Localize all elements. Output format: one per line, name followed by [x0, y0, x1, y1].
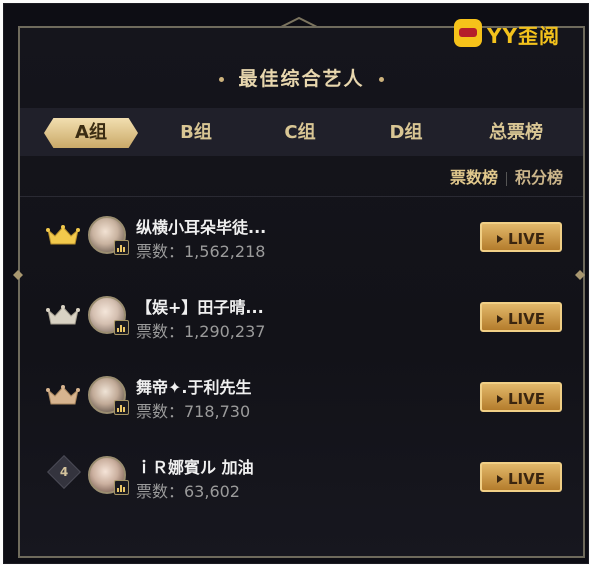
tab-group-b[interactable]: B组 — [148, 118, 244, 148]
vote-count: 票数：63,602 — [136, 482, 240, 501]
ranking-row[interactable]: 纵横小耳朵毕徒... 票数：1,562,218 LIVE — [20, 206, 583, 266]
artist-ranking-panel: 最佳综合艺人 A组 B组 C组 D组 总票榜 票数榜 积分榜 纵横小耳朵毕徒...… — [18, 26, 585, 558]
live-label: LIVE — [508, 310, 545, 328]
play-icon — [497, 395, 503, 403]
sort-by-points[interactable]: 积分榜 — [515, 168, 563, 187]
ranking-row[interactable]: 【娱+】田子晴... 票数：1,290,237 LIVE — [20, 286, 583, 346]
title-dot-right — [378, 77, 384, 82]
live-label: LIVE — [508, 470, 545, 488]
panel-title: 最佳综合艺人 — [20, 64, 583, 96]
left-diamond-ornament — [13, 270, 23, 280]
live-button[interactable]: LIVE — [480, 302, 562, 332]
ranking-row[interactable]: 4 ｉＲ娜賓ル 加油 票数：63,602 LIVE — [20, 446, 583, 506]
live-label: LIVE — [508, 390, 545, 408]
artist-name[interactable]: 舞帝✦.于利先生 — [136, 374, 252, 398]
tab-group-c[interactable]: C组 — [252, 118, 348, 148]
live-signal-icon — [114, 400, 129, 415]
vote-count: 票数：1,290,237 — [136, 322, 266, 341]
artist-name[interactable]: 【娱+】田子晴... — [136, 294, 264, 318]
live-signal-icon — [114, 480, 129, 495]
live-button[interactable]: LIVE — [480, 382, 562, 412]
silver-crown-icon — [46, 305, 80, 325]
tab-group-d[interactable]: D组 — [358, 118, 454, 148]
sort-by-votes[interactable]: 票数榜 — [450, 168, 498, 187]
gold-crown-icon — [46, 225, 80, 245]
sort-toggle: 票数榜 积分榜 — [450, 164, 563, 188]
live-label: LIVE — [508, 230, 545, 248]
brand-logo: YY歪阅 — [454, 19, 580, 51]
sort-divider — [505, 171, 507, 186]
bronze-crown-icon — [46, 385, 80, 405]
ranking-row[interactable]: 舞帝✦.于利先生 票数：718,730 LIVE — [20, 366, 583, 426]
brand-text: YY歪阅 — [487, 24, 560, 48]
list-divider — [20, 196, 583, 197]
play-icon — [497, 235, 503, 243]
live-button[interactable]: LIVE — [480, 222, 562, 252]
widget-frame: 最佳综合艺人 A组 B组 C组 D组 总票榜 票数榜 积分榜 纵横小耳朵毕徒...… — [3, 3, 589, 564]
group-tabs: A组 B组 C组 D组 总票榜 — [20, 108, 583, 156]
title-dot-left — [219, 77, 225, 82]
mascot-icon — [454, 19, 482, 47]
vote-count: 票数：718,730 — [136, 402, 251, 421]
right-diamond-ornament — [575, 270, 585, 280]
artist-name[interactable]: ｉＲ娜賓ル 加油 — [136, 454, 254, 478]
live-button[interactable]: LIVE — [480, 462, 562, 492]
panel-title-text: 最佳综合艺人 — [238, 68, 365, 90]
rank-number: 4 — [59, 465, 69, 479]
rank-number-badge: 4 — [47, 455, 81, 489]
tab-total-ranking[interactable]: 总票榜 — [468, 118, 564, 148]
tab-group-a[interactable]: A组 — [44, 118, 138, 148]
artist-name[interactable]: 纵横小耳朵毕徒... — [136, 214, 266, 238]
live-signal-icon — [114, 240, 129, 255]
play-icon — [497, 475, 503, 483]
vote-count: 票数：1,562,218 — [136, 242, 266, 261]
play-icon — [497, 315, 503, 323]
live-signal-icon — [114, 320, 129, 335]
